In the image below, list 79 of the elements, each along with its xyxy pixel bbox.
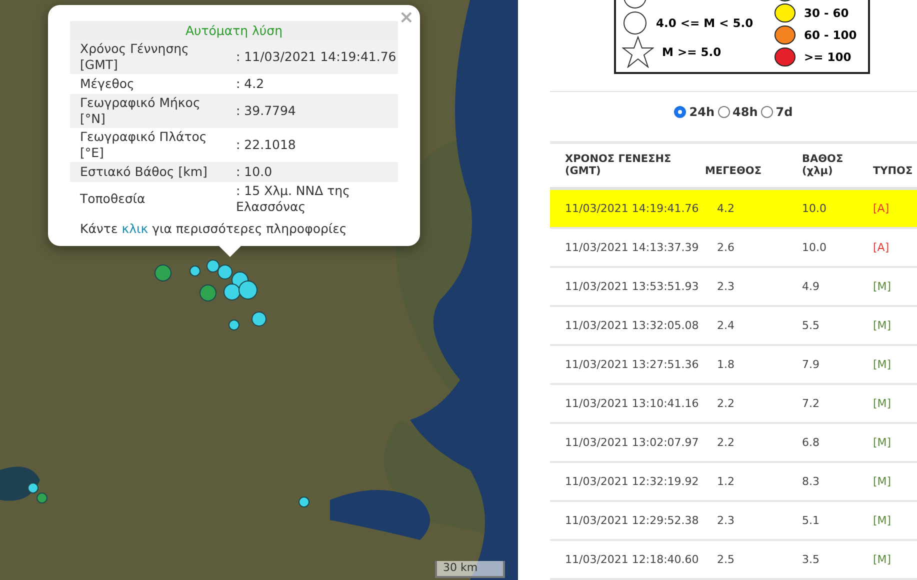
field-label: Γεωγραφικό Μήκος [°N] xyxy=(79,95,202,127)
table-row[interactable]: 11/03/2021 13:27:51.36 1.8 7.9 [M] xyxy=(550,346,917,385)
table-cell-text: [A] xyxy=(873,241,890,254)
field-label: Μέγεθος xyxy=(79,76,136,92)
table-cell-text: 11/03/2021 12:18:40.60 xyxy=(564,553,700,566)
field-value: : 4.2 xyxy=(235,76,266,92)
table-cell-text: 7.2 xyxy=(802,397,820,410)
table-cell-text: 11/03/2021 12:29:52.38 xyxy=(564,514,700,527)
radio-label[interactable]: 24h xyxy=(689,105,715,119)
table-cell-text: 11/03/2021 13:32:05.08 xyxy=(564,319,700,332)
footer-text: για περισσότερες πληροφορίες xyxy=(152,221,347,236)
table-cell-text: 8.3 xyxy=(802,475,820,488)
column-header: ΜΕΓΕΘΟΣ xyxy=(705,165,763,177)
field-value: : 10.0 xyxy=(235,164,274,180)
radio-label[interactable]: 48h xyxy=(732,105,758,119)
table-cell-text: 11/03/2021 13:10:41.16 xyxy=(564,397,700,410)
popup-title: Αυτόματη λύση xyxy=(70,21,398,40)
column-header: ΧΡΟΝΟΣ ΓΕΝΕΣΗΣ (GMT) xyxy=(564,153,672,177)
table-cell-text: 6.8 xyxy=(802,436,820,449)
table-cell-text: 7.9 xyxy=(802,358,820,371)
legend-label: 30 - 60 xyxy=(804,6,849,20)
table-cell-text: 11/03/2021 12:32:19.92 xyxy=(564,475,700,488)
table-cell-text: 11/03/2021 13:53:51.93 xyxy=(564,280,700,293)
table-row[interactable]: 11/03/2021 14:13:37.39 2.6 10.0 [A] xyxy=(550,229,917,268)
table-cell-text: 3.5 xyxy=(802,553,820,566)
table-cell-text: 2.3 xyxy=(717,280,736,293)
table-row[interactable]: 11/03/2021 13:32:05.08 2.4 5.5 [M] xyxy=(550,307,917,346)
table-row[interactable]: 11/03/2021 13:10:41.16 2.2 7.2 [M] xyxy=(550,385,917,424)
table-cell-text: [M] xyxy=(873,475,892,488)
field-value: : 11/03/2021 14:19:41.76 xyxy=(235,49,398,65)
table-cell-text: 11/03/2021 14:19:41.76 xyxy=(564,202,700,215)
table-cell-text: 2.6 xyxy=(717,241,736,254)
field-value: : 22.1018 xyxy=(235,137,297,153)
table-cell-text: 11/03/2021 13:02:07.97 xyxy=(564,436,700,449)
table-cell-text: 1.8 xyxy=(717,358,736,371)
legend-label: >= 100 xyxy=(804,50,852,64)
table-cell-text: [M] xyxy=(873,397,892,410)
table-row[interactable]: 11/03/2021 12:29:52.38 2.3 5.1 [M] xyxy=(550,502,917,541)
table-cell-text: 11/03/2021 14:13:37.39 xyxy=(564,241,700,254)
field-label: Τοποθεσία xyxy=(79,191,146,207)
more-info-link[interactable]: κλικ xyxy=(122,221,148,236)
table-cell-text: 2.2 xyxy=(717,397,736,410)
table-cell-text: 10.0 xyxy=(802,241,828,254)
radio-label[interactable]: 7d xyxy=(776,105,793,119)
legend-label: 60 - 100 xyxy=(804,28,857,42)
table-cell-text: 2.5 xyxy=(717,553,736,566)
table-row[interactable]: 11/03/2021 13:53:51.93 2.3 4.9 [M] xyxy=(550,268,917,307)
table-cell-text: [M] xyxy=(873,280,892,293)
column-header: ΤΥΠΟΣ xyxy=(873,165,914,177)
table-row[interactable]: 11/03/2021 12:32:19.92 1.2 8.3 [M] xyxy=(550,463,917,502)
table-cell-text: 2.3 xyxy=(717,514,736,527)
legend-label: 4.0 <= M < 5.0 xyxy=(656,16,754,30)
table-cell-text: [M] xyxy=(873,319,892,332)
table-cell-text: [A] xyxy=(873,202,890,215)
field-label: Χρόνος Γέννησης [GMT] xyxy=(79,41,190,73)
field-value: : 15 Χλμ. ΝΝΔ της Ελασσόνας xyxy=(235,183,351,215)
table-cell-text: 4.9 xyxy=(802,280,820,293)
table-row[interactable]: 11/03/2021 14:19:41.76 4.2 10.0 [A] xyxy=(550,190,917,229)
field-value: : 39.7794 xyxy=(235,103,297,119)
table-row[interactable]: 11/03/2021 13:02:07.97 2.2 6.8 [M] xyxy=(550,424,917,463)
table-cell-text: [M] xyxy=(873,553,892,566)
column-header: ΒΑΘΟΣ (χλμ) xyxy=(802,153,844,177)
table-cell-text: [M] xyxy=(873,514,892,527)
field-label: Εστιακό Βάθος [km] xyxy=(79,164,208,180)
table-cell-text: 1.2 xyxy=(717,475,736,488)
table-row[interactable]: 11/03/2021 12:18:40.60 2.5 3.5 [M] xyxy=(550,541,917,580)
scale-bar: 30 km xyxy=(435,561,505,578)
table-cell-text: 2.4 xyxy=(717,319,736,332)
table-cell-text: [M] xyxy=(873,436,892,449)
table-cell-text: 5.1 xyxy=(802,514,820,527)
table-cell-text: 4.2 xyxy=(717,202,736,215)
legend-label: M >= 5.0 xyxy=(662,45,722,59)
footer-text: Κάντε xyxy=(80,221,118,236)
table-cell-text: 2.2 xyxy=(717,436,736,449)
table-cell-text: 5.5 xyxy=(802,319,820,332)
table-cell-text: [M] xyxy=(873,358,892,371)
table-cell-text: 11/03/2021 13:27:51.36 xyxy=(564,358,700,371)
field-label: Γεωγραφικό Πλάτος [°E] xyxy=(79,129,208,161)
table-cell-text: 10.0 xyxy=(802,202,828,215)
